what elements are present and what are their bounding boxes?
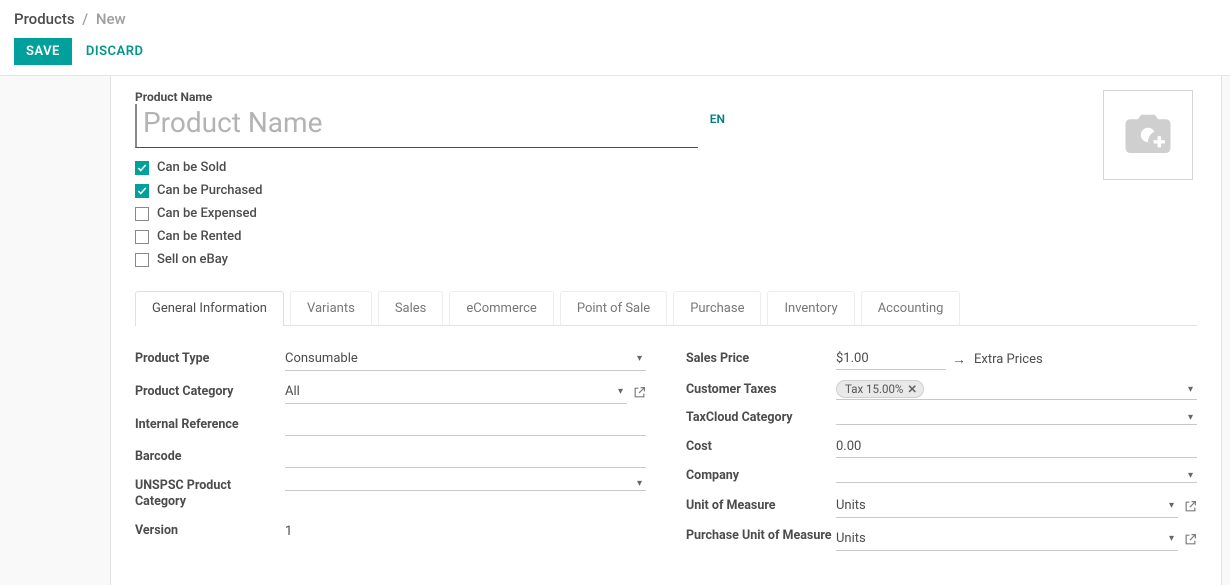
chevron-down-icon: ▾ (633, 353, 646, 364)
form-sheet: Product Name EN Can be Sold (110, 76, 1222, 585)
arrow-right-icon: → (952, 351, 968, 368)
product-name-label: Product Name (135, 90, 725, 104)
barcode-input[interactable] (285, 446, 646, 468)
actions-row: SAVE DISCARD (14, 38, 1216, 75)
breadcrumb: Products / New (14, 10, 1216, 28)
version-value: 1 (285, 521, 292, 542)
chevron-down-icon: ▾ (1184, 384, 1197, 395)
taxcloud-category-select[interactable]: ▾ (836, 412, 1197, 425)
customer-taxes-label: Customer Taxes (686, 382, 836, 398)
can-be-expensed-checkbox[interactable] (135, 207, 149, 221)
can-be-purchased-checkbox[interactable] (135, 184, 149, 198)
unit-of-measure-label: Unit of Measure (686, 498, 836, 514)
can-be-purchased-label: Can be Purchased (157, 183, 262, 198)
external-link-icon[interactable] (1184, 500, 1197, 513)
can-be-rented-label: Can be Rented (157, 229, 241, 244)
purchase-unit-of-measure-label: Purchase Unit of Measure (686, 528, 836, 544)
general-info-pane: Product Type Consumable ▾ Product Catego… (135, 326, 1197, 561)
camera-icon (1121, 108, 1175, 162)
save-button[interactable]: SAVE (14, 38, 72, 65)
discard-button[interactable]: DISCARD (86, 44, 144, 59)
product-type-label: Product Type (135, 351, 285, 367)
chevron-down-icon: ▾ (614, 386, 627, 397)
internal-reference-input[interactable] (285, 414, 646, 436)
tab-accounting[interactable]: Accounting (861, 291, 961, 326)
barcode-label: Barcode (135, 449, 285, 465)
tab-point-of-sale[interactable]: Point of Sale (560, 291, 667, 326)
chevron-down-icon: ▾ (1165, 533, 1178, 544)
tab-purchase[interactable]: Purchase (673, 291, 761, 326)
customer-taxes-select[interactable]: Tax 15.00% ✕ ▾ (836, 380, 1197, 400)
left-column: Product Type Consumable ▾ Product Catego… (135, 348, 646, 561)
sell-on-ebay-label: Sell on eBay (157, 252, 228, 267)
tabs: General Information Variants Sales eComm… (135, 291, 1197, 326)
product-image-upload[interactable] (1103, 90, 1193, 180)
sales-price-input[interactable] (836, 348, 946, 370)
tab-general-information[interactable]: General Information (135, 291, 284, 326)
breadcrumb-main[interactable]: Products (14, 10, 75, 28)
chevron-down-icon: ▾ (1184, 412, 1197, 423)
breadcrumb-sub: New (96, 10, 126, 28)
company-select[interactable]: ▾ (836, 470, 1197, 483)
product-name-input[interactable] (135, 104, 698, 148)
language-badge[interactable]: EN (710, 112, 725, 126)
external-link-icon[interactable] (1184, 533, 1197, 546)
unspsc-category-select[interactable]: ▾ (285, 478, 646, 491)
chevron-down-icon: ▾ (1165, 500, 1178, 511)
can-be-sold-checkbox[interactable] (135, 161, 149, 175)
can-be-sold-label: Can be Sold (157, 160, 226, 175)
cost-input[interactable] (836, 436, 1197, 458)
external-link-icon[interactable] (633, 386, 646, 399)
tax-tag: Tax 15.00% ✕ (836, 380, 924, 398)
right-column: Sales Price → Extra Prices Customer Taxe… (686, 348, 1197, 561)
chevron-down-icon: ▾ (633, 478, 646, 489)
purchase-unit-of-measure-select[interactable]: Units ▾ (836, 528, 1178, 551)
sell-on-ebay-checkbox[interactable] (135, 253, 149, 267)
unspsc-category-label: UNSPSC Product Category (135, 478, 285, 511)
tab-inventory[interactable]: Inventory (767, 291, 854, 326)
tax-tag-remove-icon[interactable]: ✕ (907, 382, 917, 396)
header: Products / New SAVE DISCARD (0, 0, 1230, 75)
taxcloud-category-label: TaxCloud Category (686, 410, 836, 426)
tab-sales[interactable]: Sales (378, 291, 444, 326)
internal-reference-label: Internal Reference (135, 417, 285, 433)
sales-price-label: Sales Price (686, 351, 836, 367)
company-label: Company (686, 468, 836, 484)
sheet-wrapper: Product Name EN Can be Sold (0, 75, 1230, 585)
product-category-label: Product Category (135, 384, 285, 400)
tab-ecommerce[interactable]: eCommerce (449, 291, 553, 326)
unit-of-measure-select[interactable]: Units ▾ (836, 495, 1178, 518)
cost-label: Cost (686, 439, 836, 455)
extra-prices-link[interactable]: Extra Prices (974, 352, 1043, 367)
product-type-select[interactable]: Consumable ▾ (285, 348, 646, 371)
product-category-select[interactable]: All ▾ (285, 381, 627, 404)
breadcrumb-separator: / (78, 10, 92, 28)
can-be-rented-checkbox[interactable] (135, 230, 149, 244)
chevron-down-icon: ▾ (1184, 470, 1197, 481)
version-label: Version (135, 523, 285, 539)
checkbox-list: Can be Sold Can be Purchased Can be Expe… (135, 160, 725, 267)
tab-variants[interactable]: Variants (290, 291, 372, 326)
can-be-expensed-label: Can be Expensed (157, 206, 257, 221)
